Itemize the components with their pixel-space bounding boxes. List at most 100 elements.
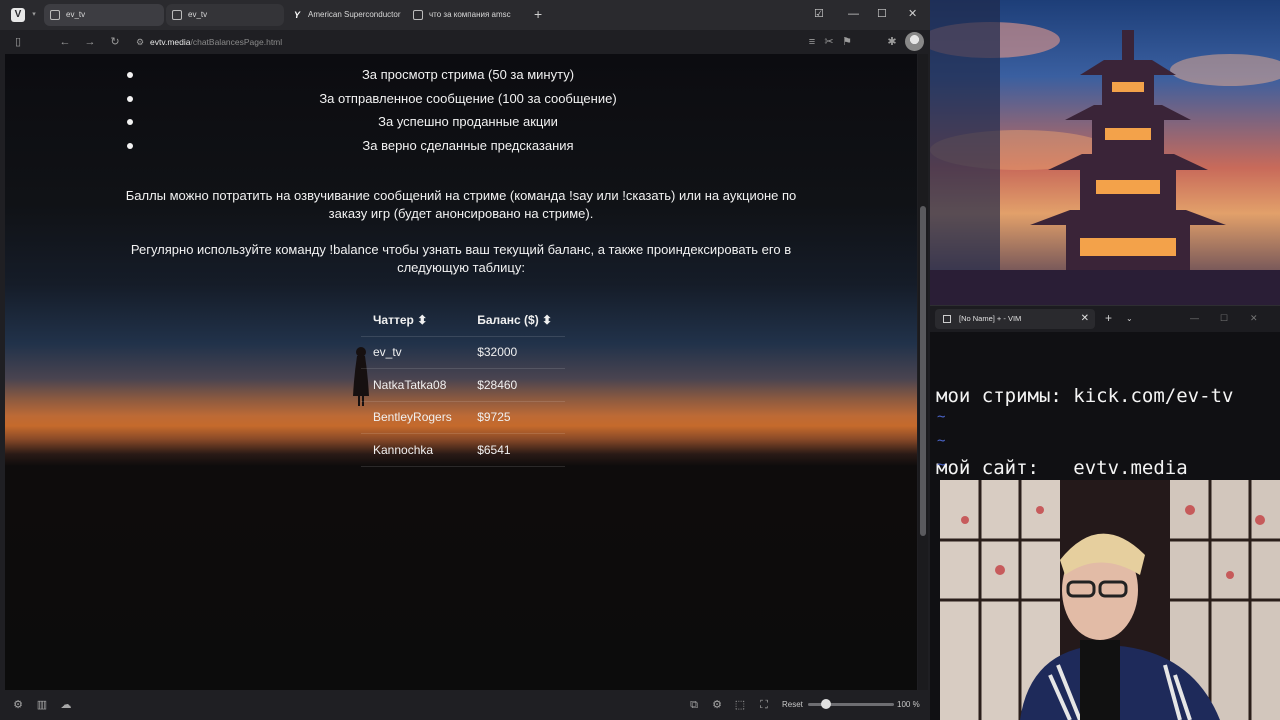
chatter-cell: ev_tv <box>361 335 466 369</box>
bookmark-icon[interactable]: ⚑ <box>840 35 854 49</box>
tab-label: ev_tv <box>188 10 208 19</box>
bullet-icon <box>127 142 133 149</box>
vim-tab-title: [No Name] + - VIM <box>959 314 1022 323</box>
chevron-down-icon[interactable]: ▾ <box>27 8 41 22</box>
vim-buffer-continuation <box>930 480 940 720</box>
tab-bar: V ▾ ev_tv ev_tv Y American Superconducto… <box>0 0 930 30</box>
table-header-row: Чаттер ⬍ Баланс ($) ⬍ <box>361 304 565 336</box>
tab-ev-tv-2[interactable]: ev_tv <box>166 4 284 26</box>
address-domain: evtv.media <box>150 37 191 47</box>
sidebar-toggle-icon[interactable]: ▯ <box>11 35 25 49</box>
tv-icon <box>50 10 60 20</box>
tab-amsc-search[interactable]: что за компания amsc <box>407 4 525 26</box>
status-bar: ⚙ ▥ ☁ ⧉ ⚙ ⬚ ⛶ Reset 100 % <box>0 690 930 720</box>
tv-icon <box>172 10 182 20</box>
tab-manager-icon[interactable]: ☑ <box>814 7 824 21</box>
close-icon[interactable]: ✕ <box>1250 311 1258 325</box>
vim-empty-line-marker: ~ <box>937 433 946 449</box>
vim-empty-line-marker: ~ <box>937 457 946 473</box>
list-item-text: За просмотр стрима (50 за минуту) <box>361 67 575 82</box>
list-item: За верно сделанные предсказания <box>5 137 917 161</box>
tile-icon[interactable]: ▥ <box>35 698 49 712</box>
vim-line: мои стримы: kick.com/ev-tv <box>936 385 1234 407</box>
site-info-icon[interactable]: ⚙ <box>133 35 147 49</box>
table-row: BentleyRogers $9725 <box>361 400 565 434</box>
page-scrollbar[interactable] <box>918 54 928 690</box>
cloud-sync-icon[interactable]: ☁ <box>59 698 73 712</box>
balance-cell: $6541 <box>465 433 565 467</box>
tab-label: American Superconductor <box>308 10 401 19</box>
address-toolbar: ▯ ← → ↻ ⚙ evtv.media/chatBalancesPage.ht… <box>0 30 930 54</box>
close-icon[interactable]: ✕ <box>1081 309 1089 329</box>
table-row: Kannochka $6541 <box>361 433 565 467</box>
balance-cell: $32000 <box>465 335 565 369</box>
balance-command-paragraph: Регулярно используйте команду !balance ч… <box>130 242 792 275</box>
extensions-icon[interactable]: ✱ <box>885 35 899 49</box>
tab-american-superconductor[interactable]: Y American Superconductor <box>286 4 404 26</box>
capture-icon[interactable]: ⧉ <box>687 698 701 712</box>
vim-empty-line-marker: ~ <box>937 409 946 425</box>
table-row: NatkaTatka08 $28460 <box>361 368 565 401</box>
close-icon[interactable]: ✕ <box>908 7 917 21</box>
tab-ev-tv-1[interactable]: ev_tv <box>44 4 164 26</box>
search-tab-icon <box>413 10 423 20</box>
webcam-feed-image <box>940 480 1280 720</box>
yahoo-finance-icon: Y <box>293 10 300 20</box>
browser-window: V ▾ ev_tv ev_tv Y American Superconducto… <box>0 0 930 720</box>
new-terminal-tab-button[interactable]: + <box>1105 311 1112 325</box>
zoom-slider[interactable] <box>808 699 894 709</box>
balances-table: Чаттер ⬍ Баланс ($) ⬍ ev_tv $32000 Natka… <box>361 304 565 467</box>
page-viewport: За просмотр стрима (50 за минуту) За отп… <box>5 54 917 690</box>
list-item-text: За верно сделанные предсказания <box>362 137 574 153</box>
balance-cell: $9725 <box>465 400 565 434</box>
vivaldi-menu-icon[interactable]: V <box>11 8 25 22</box>
tab-label: что за компания amsc <box>429 10 511 19</box>
address-bar[interactable]: evtv.media/chatBalancesPage.html <box>150 36 282 48</box>
minimize-icon[interactable]: — <box>1190 311 1199 325</box>
wallpaper-pagoda-image <box>930 0 1280 305</box>
chatter-cell: Kannochka <box>361 433 466 467</box>
list-item-text: За успешно проданные акции <box>378 114 558 129</box>
address-path: /chatBalancesPage.html <box>190 37 283 47</box>
balance-column-header[interactable]: Баланс ($) ⬍ <box>465 304 565 336</box>
blocker-icon[interactable]: ✂ <box>822 35 836 49</box>
pagoda-illustration <box>930 0 1280 305</box>
tab-label: ev_tv <box>66 10 86 19</box>
bullet-icon <box>127 72 133 78</box>
streamer-webcam <box>940 480 1280 720</box>
terminal-icon <box>943 315 951 323</box>
list-item: За отправленное сообщение (100 за сообще… <box>5 90 917 114</box>
table-row: ev_tv $32000 <box>361 335 565 369</box>
maximize-icon[interactable]: ☐ <box>877 7 887 21</box>
spend-points-paragraph: Баллы можно потратить на озвучивание соо… <box>125 188 797 221</box>
forward-icon[interactable]: → <box>83 35 97 49</box>
zoom-reset-button[interactable]: Reset <box>782 698 803 712</box>
scrollbar-thumb[interactable] <box>920 206 926 536</box>
zoom-slider-knob[interactable] <box>821 699 831 709</box>
vim-window: [No Name] + - VIM ✕ + ⌄ — ☐ ✕ мои стримы… <box>930 305 1280 480</box>
zoom-fit-icon[interactable]: ⛶ <box>757 698 771 712</box>
vim-titlebar: [No Name] + - VIM ✕ + ⌄ — ☐ ✕ <box>930 306 1280 332</box>
panel-toggle-icon[interactable]: ⚙ <box>11 698 25 712</box>
reader-icon[interactable]: ≡ <box>805 35 819 49</box>
maximize-icon[interactable]: ☐ <box>1220 311 1228 325</box>
new-tab-button[interactable]: + <box>534 7 542 21</box>
bullet-icon <box>127 95 133 102</box>
chatter-cell: BentleyRogers <box>361 400 466 434</box>
chevron-down-icon[interactable]: ⌄ <box>1126 312 1133 326</box>
bullet-icon <box>127 119 133 125</box>
avatar[interactable] <box>905 32 924 51</box>
list-item: За успешно проданные акции <box>5 113 917 137</box>
balance-cell: $28460 <box>465 368 565 401</box>
minimize-icon[interactable]: — <box>848 7 859 21</box>
desktop: V ▾ ev_tv ev_tv Y American Superconducto… <box>0 0 1280 720</box>
reload-icon[interactable]: ↻ <box>108 35 122 49</box>
vim-tab[interactable]: [No Name] + - VIM ✕ <box>935 309 1095 329</box>
page-actions-icon[interactable]: ⬚ <box>733 698 747 712</box>
settings-icon[interactable]: ⚙ <box>710 698 724 712</box>
list-item: За просмотр стрима (50 за минуту) <box>5 66 917 90</box>
back-icon[interactable]: ← <box>58 35 72 49</box>
list-item-text: За отправленное сообщение (100 за сообще… <box>319 90 617 106</box>
earn-methods-list: За просмотр стрима (50 за минуту) За отп… <box>5 66 917 160</box>
chatter-column-header[interactable]: Чаттер ⬍ <box>361 304 465 336</box>
